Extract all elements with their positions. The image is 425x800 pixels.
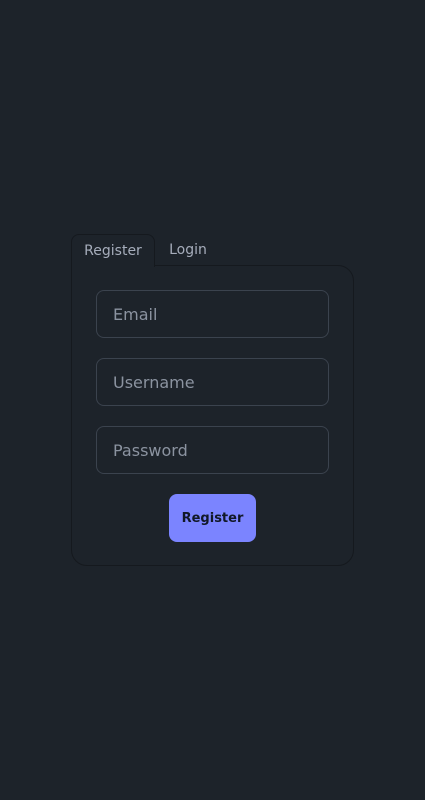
tab-register[interactable]: Register [71, 234, 155, 267]
register-button[interactable]: Register [169, 494, 256, 542]
email-field[interactable] [96, 290, 329, 338]
tab-login[interactable]: Login [155, 234, 221, 266]
auth-panel: Register Login Register [71, 234, 354, 566]
register-form-card: Register [71, 265, 354, 566]
auth-tabs: Register Login [71, 234, 354, 267]
password-field[interactable] [96, 426, 329, 474]
username-field[interactable] [96, 358, 329, 406]
